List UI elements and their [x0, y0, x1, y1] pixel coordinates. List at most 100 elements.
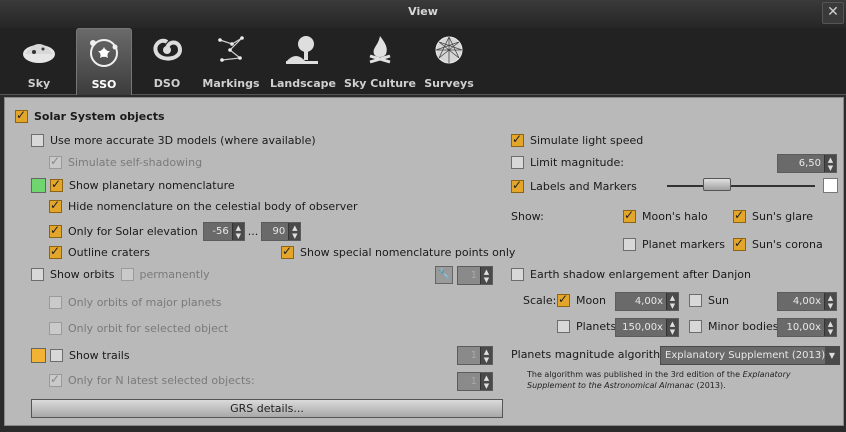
solar-system-label: Solar System objects	[34, 110, 165, 123]
show-orbits-checkbox[interactable]	[31, 268, 44, 281]
show-trails-checkbox[interactable]	[50, 349, 63, 362]
elevation-max-spinbox[interactable]: 90 ▲ ▼	[261, 222, 302, 241]
outline-craters-label: Outline craters	[68, 246, 150, 259]
accurate-3d-checkbox[interactable]	[31, 134, 44, 147]
planetary-nomenclature-checkbox[interactable]	[50, 177, 63, 192]
moon-scale-row[interactable]: Moon	[557, 292, 606, 307]
planets-scale-spinbox[interactable]: 150,00x ▲ ▼	[615, 318, 679, 337]
solar-system-objects-row[interactable]: Solar System objects	[15, 108, 165, 123]
planets-scale-spin-row[interactable]: 150,00x ▲ ▼	[615, 318, 679, 337]
planets-scale-arrows-icon[interactable]: ▲ ▼	[666, 319, 678, 336]
outline-craters-row[interactable]: Outline craters	[49, 244, 150, 259]
elevation-min-spinbox[interactable]: -56 ▲ ▼	[202, 222, 245, 241]
note-text-a: The algorithm was published in the 3rd e…	[527, 370, 743, 379]
moons-halo-row[interactable]: Moon's halo	[623, 208, 708, 223]
sun-scale-spin-row[interactable]: 4,00x ▲ ▼	[777, 292, 837, 311]
moon-scale-spinbox[interactable]: 4,00x ▲ ▼	[615, 292, 679, 311]
tab-sso[interactable]: SSO	[76, 28, 132, 95]
moon-scale-arrows-icon[interactable]: ▲ ▼	[666, 293, 678, 310]
labels-markers-checkbox[interactable]	[511, 178, 524, 193]
elevation-min-value: -56	[203, 223, 232, 240]
show-orbits-row[interactable]: Show orbits permanently	[31, 268, 210, 281]
planetary-nomenclature-row[interactable]: Show planetary nomenclature	[31, 177, 235, 193]
tab-dso-label: DSO	[153, 77, 181, 90]
hide-nomenclature-label: Hide nomenclature on the celestial body …	[68, 200, 358, 213]
limit-magnitude-value-row[interactable]: 6,50 ▲ ▼	[777, 154, 837, 173]
solar-elevation-label: Only for Solar elevation	[68, 225, 198, 238]
grs-details-button[interactable]: GRS details...	[31, 399, 503, 418]
tab-markings[interactable]: Markings	[200, 28, 262, 94]
outline-craters-checkbox[interactable]	[49, 244, 62, 259]
minor-bodies-arrows-icon[interactable]: ▲ ▼	[824, 319, 836, 336]
wrench-icon[interactable]: 🔧	[435, 266, 453, 284]
campfire-icon	[369, 36, 391, 64]
trail-count-row: 1 ▲ ▼	[457, 346, 493, 365]
scale-label-row: Scale:	[523, 294, 556, 307]
minor-bodies-spinbox[interactable]: 10,00x ▲ ▼	[777, 318, 837, 337]
suns-corona-checkbox[interactable]	[733, 236, 746, 251]
tab-surveys-label: Surveys	[424, 77, 474, 90]
nomenclature-color-swatch[interactable]	[31, 178, 46, 193]
limit-magnitude-arrows-icon[interactable]: ▲ ▼	[824, 155, 836, 172]
earth-shadow-row[interactable]: Earth shadow enlargement after Danjon	[511, 268, 751, 281]
tab-sky[interactable]: Sky	[14, 28, 64, 94]
labels-slider-track[interactable]	[667, 185, 815, 187]
solar-elevation-row[interactable]: Only for Solar elevation -56 ▲▼ ... 90 ▲…	[49, 222, 302, 241]
moons-halo-checkbox[interactable]	[623, 208, 636, 223]
hide-nomenclature-row[interactable]: Hide nomenclature on the celestial body …	[49, 198, 358, 213]
minor-bodies-spin-row[interactable]: 10,00x ▲ ▼	[777, 318, 837, 337]
accurate-3d-row[interactable]: Use more accurate 3D models (where avail…	[31, 134, 316, 147]
elevation-max-arrows-icon[interactable]: ▲ ▼	[288, 223, 301, 240]
n-latest-spinbox: 1 ▲ ▼	[457, 372, 493, 391]
solar-elevation-checkbox[interactable]	[49, 223, 62, 238]
labels-markers-row[interactable]: Labels and Markers	[511, 178, 637, 193]
light-speed-checkbox[interactable]	[511, 132, 524, 147]
hide-nomenclature-checkbox[interactable]	[49, 198, 62, 213]
limit-magnitude-checkbox[interactable]	[511, 156, 524, 169]
labels-color-swatch[interactable]	[823, 178, 838, 193]
labels-slider-handle[interactable]	[703, 178, 731, 191]
n-latest-label: Only for N latest selected objects:	[68, 374, 255, 387]
planet-markers-row[interactable]: Planet markers	[623, 238, 725, 251]
earth-shadow-checkbox[interactable]	[511, 268, 524, 281]
tab-dso[interactable]: DSO	[142, 28, 192, 94]
planets-scale-checkbox[interactable]	[557, 320, 570, 333]
sphere-grid-icon	[435, 36, 463, 64]
chevron-down-icon[interactable]: ▼	[825, 347, 839, 364]
elevation-min-arrows-icon[interactable]: ▲ ▼	[231, 223, 244, 240]
moon-scale-label: Moon	[576, 294, 606, 307]
mag-algorithm-select[interactable]: Explanatory Supplement (2013) ▼	[660, 346, 840, 365]
special-points-row[interactable]: Show special nomenclature points only	[281, 244, 516, 259]
planet-markers-checkbox[interactable]	[623, 238, 636, 251]
special-points-checkbox[interactable]	[281, 244, 294, 259]
orbit-count-spinbox: 1 ▲ ▼	[457, 266, 493, 285]
trails-color-swatch[interactable]	[31, 348, 46, 363]
planetary-nomenclature-label: Show planetary nomenclature	[69, 179, 235, 192]
sun-scale-spinbox[interactable]: 4,00x ▲ ▼	[777, 292, 837, 311]
show-trails-row[interactable]: Show trails	[31, 348, 130, 363]
orbits-major-row: Only orbits of major planets	[49, 296, 221, 309]
tab-landscape[interactable]: Landscape	[270, 28, 336, 94]
sun-scale-arrows-icon[interactable]: ▲ ▼	[824, 293, 836, 310]
moon-scale-spin-row[interactable]: 4,00x ▲ ▼	[615, 292, 679, 311]
suns-glare-row[interactable]: Sun's glare	[733, 208, 814, 223]
solar-system-checkbox[interactable]	[15, 108, 28, 123]
light-speed-row[interactable]: Simulate light speed	[511, 132, 643, 147]
tab-surveys[interactable]: Surveys	[424, 28, 474, 94]
planets-scale-row[interactable]: Planets	[557, 320, 616, 333]
limit-magnitude-spinbox[interactable]: 6,50 ▲ ▼	[777, 154, 837, 173]
suns-glare-checkbox[interactable]	[733, 208, 746, 223]
tab-sky-culture[interactable]: Sky Culture	[344, 28, 416, 94]
minor-bodies-row[interactable]: Minor bodies	[689, 320, 779, 333]
minor-bodies-checkbox[interactable]	[689, 320, 702, 333]
tab-sky-culture-label: Sky Culture	[344, 77, 416, 90]
sun-scale-checkbox[interactable]	[689, 294, 702, 307]
sun-scale-row[interactable]: Sun	[689, 294, 729, 307]
special-points-label: Show special nomenclature points only	[300, 246, 516, 259]
suns-glare-label: Sun's glare	[752, 210, 814, 223]
moon-scale-checkbox[interactable]	[557, 292, 570, 307]
limit-magnitude-row[interactable]: Limit magnitude:	[511, 156, 624, 169]
close-icon[interactable]: ✕	[822, 2, 844, 24]
suns-corona-row[interactable]: Sun's corona	[733, 236, 823, 251]
limit-magnitude-value: 6,50	[778, 155, 824, 172]
